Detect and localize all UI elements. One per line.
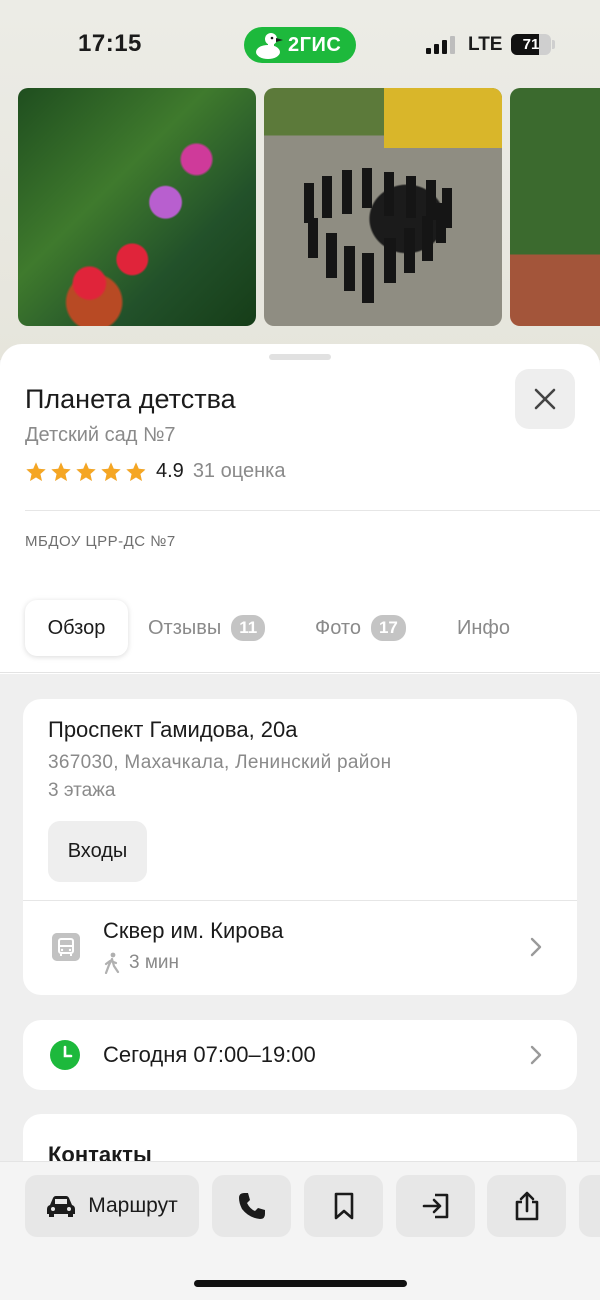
tabs: Обзор Отзывы 11 Фото 17 Инфо (0, 600, 600, 660)
home-indicator[interactable] (194, 1280, 407, 1287)
rating-count[interactable]: 31 оценка (193, 460, 286, 483)
tab-label: Фото (315, 616, 361, 639)
photo-group-heart[interactable] (264, 88, 502, 326)
divider (25, 510, 600, 511)
tab-overview[interactable]: Обзор (25, 600, 128, 656)
org-legal-name: МБДОУ ЦРР-ДС №7 (25, 533, 176, 550)
walk-icon (104, 952, 120, 974)
route-button[interactable]: Маршрут (25, 1175, 199, 1237)
hours-card[interactable]: Сегодня 07:00–19:00 (23, 1020, 577, 1090)
stop-name: Сквер им. Кирова (103, 918, 284, 943)
bookmark-button[interactable] (304, 1175, 383, 1237)
close-button[interactable] (515, 369, 575, 429)
bus-stop-icon (52, 933, 80, 961)
address-sub: 367030, Махачкала, Ленинский район (48, 752, 392, 773)
network-type: LTE (468, 34, 503, 55)
tab-info[interactable]: Инфо (457, 600, 510, 656)
address-floors: 3 этажа (48, 780, 116, 801)
route-label: Маршрут (88, 1194, 178, 1217)
tab-count-badge: 17 (370, 615, 406, 641)
battery-tip (552, 40, 555, 49)
status-bar: 17:15 2ГИС LTE 71 (0, 0, 600, 90)
tabs-divider (0, 672, 600, 673)
battery-level: 71 (522, 36, 540, 53)
hours-text: Сегодня 07:00–19:00 (103, 1042, 316, 1067)
enter-button[interactable] (396, 1175, 475, 1237)
tab-reviews[interactable]: Отзывы 11 (148, 600, 266, 656)
share-button[interactable] (487, 1175, 566, 1237)
place-title: Планета детства (25, 384, 236, 414)
signal-icon (426, 36, 455, 54)
place-sheet: Планета детства Детский сад №7 4.9 31 оц… (0, 344, 600, 674)
sheet-grabber[interactable] (269, 354, 331, 360)
star-icon (76, 461, 96, 481)
close-icon (534, 388, 556, 410)
photo-garden-flowers[interactable] (18, 88, 256, 326)
address-card: Проспект Гамидова, 20а 367030, Махачкала… (23, 699, 577, 995)
battery-icon: 71 (511, 34, 551, 55)
tab-photos[interactable]: Фото 17 (315, 600, 406, 656)
duck-logo-icon (256, 33, 283, 59)
place-subtitle: Детский сад №7 (25, 424, 176, 446)
phone-icon (238, 1193, 265, 1219)
tab-count-badge: 11 (231, 615, 266, 641)
tab-label: Инфо (457, 616, 510, 639)
star-icon (126, 461, 146, 481)
chevron-right-icon (530, 1045, 542, 1065)
enter-icon (422, 1193, 448, 1219)
clock-icon (50, 1040, 80, 1070)
bookmark-icon (334, 1192, 353, 1220)
share-icon (515, 1191, 538, 1221)
rating-value: 4.9 (156, 460, 184, 482)
chevron-right-icon (530, 937, 542, 957)
app-badge[interactable]: 2ГИС (244, 27, 356, 63)
address-main[interactable]: Проспект Гамидова, 20а (48, 717, 298, 743)
walk-time: 3 мин (103, 952, 179, 974)
call-button[interactable] (212, 1175, 291, 1237)
tab-label: Отзывы (148, 616, 222, 639)
more-button[interactable] (579, 1175, 600, 1237)
photo-playground[interactable] (510, 88, 600, 326)
rating[interactable]: 4.9 31 оценка (25, 460, 285, 483)
status-time: 17:15 (78, 30, 142, 57)
photo-group-figures (304, 168, 452, 303)
star-icon (101, 461, 121, 481)
car-icon (47, 1196, 76, 1217)
tab-label: Обзор (47, 616, 106, 639)
star-icon (51, 461, 71, 481)
rating-stars (25, 461, 147, 483)
photo-carousel[interactable] (18, 88, 600, 326)
star-icon (26, 461, 46, 481)
app-name: 2ГИС (288, 33, 342, 56)
walk-time-text: 3 мин (129, 952, 180, 973)
entrances-button[interactable]: Входы (48, 821, 147, 882)
divider (23, 900, 577, 901)
